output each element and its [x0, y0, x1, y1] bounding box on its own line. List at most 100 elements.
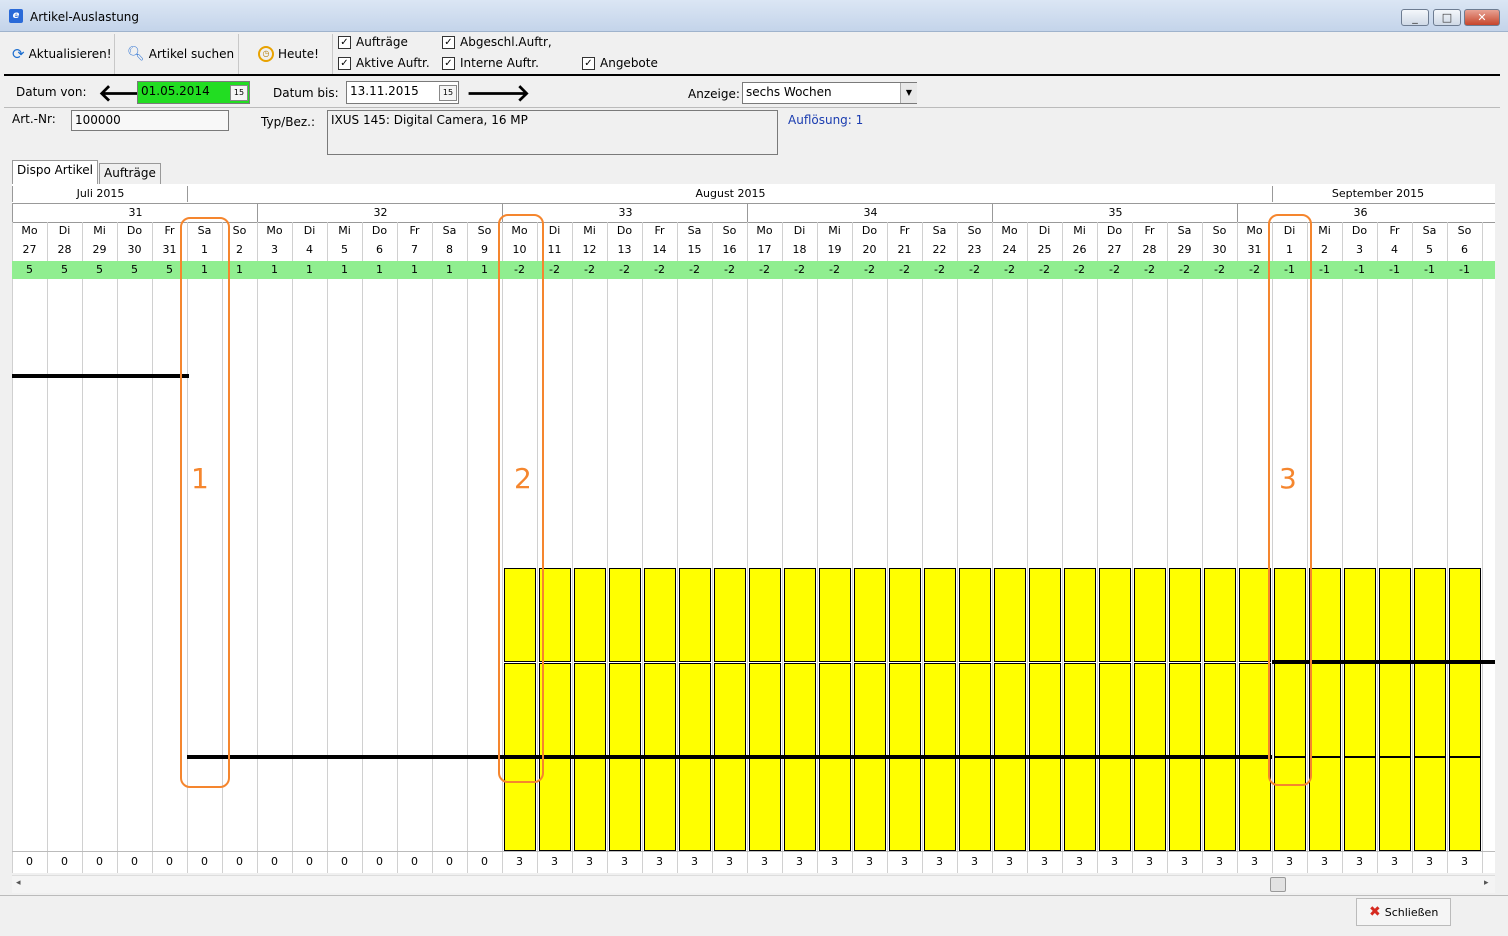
booking-block[interactable]	[714, 663, 746, 757]
booking-block[interactable]	[1099, 663, 1131, 757]
check-angebote[interactable]: ✓ Angebote	[582, 56, 658, 70]
search-article-button[interactable]: 🔍︎ Artikel suchen	[127, 34, 234, 74]
booking-block[interactable]	[644, 568, 676, 662]
today-button[interactable]: ◷ Heute!	[258, 34, 319, 74]
booking-block[interactable]	[784, 757, 816, 851]
booking-block[interactable]	[854, 568, 886, 662]
booking-block[interactable]	[1309, 757, 1341, 851]
booking-block[interactable]	[819, 663, 851, 757]
chevron-down-icon[interactable]: ▼	[900, 83, 917, 103]
checkbox[interactable]: ✓	[442, 56, 455, 70]
booking-block[interactable]	[1239, 757, 1271, 851]
check-aktive[interactable]: ✓ Aktive Auftr.	[338, 56, 430, 70]
booking-block[interactable]	[1134, 663, 1166, 757]
booking-block[interactable]	[1169, 757, 1201, 851]
booking-block[interactable]	[679, 663, 711, 757]
date-to-field[interactable]: 13.11.2015 15	[346, 81, 459, 104]
booking-block[interactable]	[1344, 757, 1376, 851]
article-nr-field[interactable]: 100000	[71, 110, 229, 131]
horizontal-scrollbar[interactable]: ◂ ▸	[12, 875, 1495, 893]
close-window-button[interactable]: ✕	[1464, 9, 1500, 26]
booking-block[interactable]	[749, 568, 781, 662]
booking-block[interactable]	[1414, 757, 1446, 851]
scroll-right-icon[interactable]: ▸	[1484, 878, 1489, 888]
booking-block[interactable]	[1029, 663, 1061, 757]
booking-block[interactable]	[609, 663, 641, 757]
booking-block[interactable]	[889, 757, 921, 851]
booking-block[interactable]	[1099, 568, 1131, 662]
booking-block[interactable]	[1309, 663, 1341, 757]
booking-block[interactable]	[1344, 568, 1376, 662]
booking-block[interactable]	[574, 568, 606, 662]
minimize-button[interactable]: _	[1401, 9, 1429, 26]
booking-block[interactable]	[959, 663, 991, 757]
checkbox[interactable]: ✓	[442, 35, 455, 49]
type-field[interactable]: IXUS 145: Digital Camera, 16 MP	[327, 110, 778, 155]
booking-block[interactable]	[749, 757, 781, 851]
check-abgeschl[interactable]: ✓ Abgeschl.Auftr,	[442, 35, 552, 49]
booking-block[interactable]	[1449, 568, 1481, 662]
close-button[interactable]: ✖ Schließen	[1356, 898, 1451, 926]
booking-block[interactable]	[1134, 757, 1166, 851]
booking-block[interactable]	[1204, 568, 1236, 662]
booking-block[interactable]	[679, 568, 711, 662]
booking-block[interactable]	[574, 757, 606, 851]
tab-auftraege[interactable]: Aufträge	[99, 163, 161, 184]
booking-block[interactable]	[854, 663, 886, 757]
calendar-icon[interactable]: 15	[439, 85, 457, 101]
booking-block[interactable]	[714, 757, 746, 851]
date-from-field[interactable]: 01.05.2014 15	[137, 81, 250, 104]
booking-block[interactable]	[1064, 663, 1096, 757]
booking-block[interactable]	[994, 568, 1026, 662]
checkbox[interactable]: ✓	[338, 56, 351, 70]
booking-block[interactable]	[1309, 568, 1341, 662]
checkbox[interactable]: ✓	[338, 35, 351, 49]
booking-block[interactable]	[644, 757, 676, 851]
booking-block[interactable]	[1379, 757, 1411, 851]
booking-block[interactable]	[784, 663, 816, 757]
booking-block[interactable]	[1064, 757, 1096, 851]
booking-block[interactable]	[924, 663, 956, 757]
booking-block[interactable]	[644, 663, 676, 757]
booking-block[interactable]	[1239, 663, 1271, 757]
booking-block[interactable]	[1099, 757, 1131, 851]
booking-block[interactable]	[1169, 663, 1201, 757]
tab-dispo-artikel[interactable]: Dispo Artikel	[12, 160, 99, 184]
booking-block[interactable]	[1449, 757, 1481, 851]
check-auftraege[interactable]: ✓ Aufträge	[338, 35, 408, 49]
booking-block[interactable]	[1029, 757, 1061, 851]
booking-block[interactable]	[1204, 757, 1236, 851]
booking-block[interactable]	[1029, 568, 1061, 662]
booking-block[interactable]	[1344, 663, 1376, 757]
calendar-icon[interactable]: 15	[230, 85, 248, 101]
booking-block[interactable]	[1169, 568, 1201, 662]
booking-block[interactable]	[924, 568, 956, 662]
refresh-button[interactable]: ⟳ Aktualisieren!	[12, 34, 112, 74]
booking-block[interactable]	[1379, 568, 1411, 662]
booking-block[interactable]	[994, 757, 1026, 851]
booking-block[interactable]	[1414, 568, 1446, 662]
booking-block[interactable]	[1239, 568, 1271, 662]
booking-block[interactable]	[819, 757, 851, 851]
booking-block[interactable]	[924, 757, 956, 851]
booking-block[interactable]	[749, 663, 781, 757]
booking-block[interactable]	[1414, 663, 1446, 757]
booking-block[interactable]	[854, 757, 886, 851]
maximize-button[interactable]: □	[1433, 9, 1461, 26]
booking-block[interactable]	[1134, 568, 1166, 662]
booking-block[interactable]	[1064, 568, 1096, 662]
booking-block[interactable]	[679, 757, 711, 851]
booking-block[interactable]	[1204, 663, 1236, 757]
display-select[interactable]: sechs Wochen ▼	[742, 82, 917, 104]
booking-block[interactable]	[609, 757, 641, 851]
booking-block[interactable]	[889, 663, 921, 757]
scroll-left-icon[interactable]: ◂	[16, 878, 21, 888]
scroll-thumb[interactable]	[1270, 877, 1286, 892]
booking-block[interactable]	[609, 568, 641, 662]
checkbox[interactable]: ✓	[582, 56, 595, 70]
booking-block[interactable]	[819, 568, 851, 662]
booking-block[interactable]	[714, 568, 746, 662]
booking-block[interactable]	[994, 663, 1026, 757]
booking-block[interactable]	[959, 757, 991, 851]
booking-block[interactable]	[889, 568, 921, 662]
